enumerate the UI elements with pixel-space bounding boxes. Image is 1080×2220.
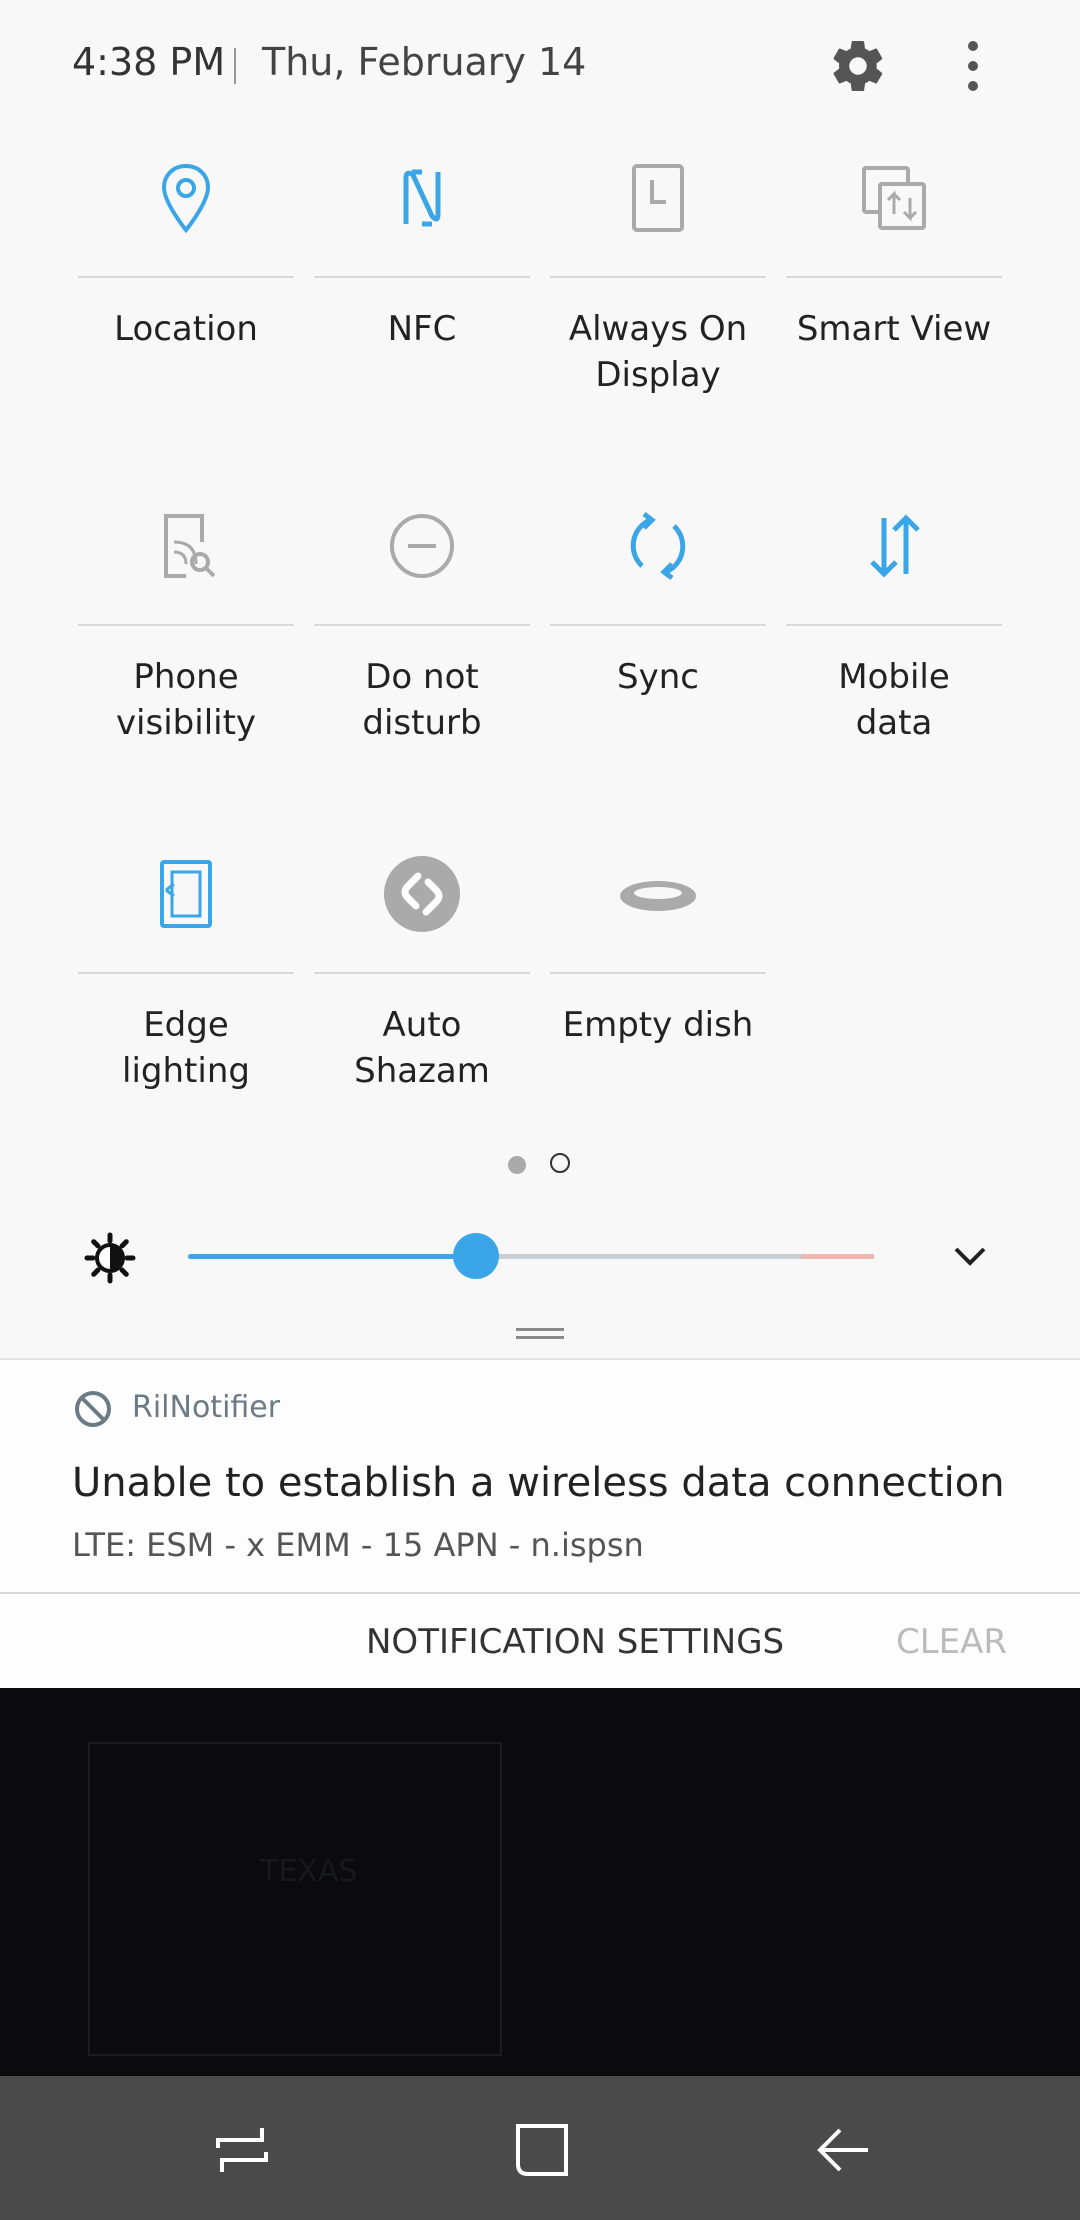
- blocked-icon: [74, 1390, 112, 1428]
- tile-label: NFC: [387, 309, 457, 349]
- notification-actions: NOTIFICATION SETTINGS CLEAR: [0, 1592, 1080, 1690]
- more-options-icon[interactable]: [948, 36, 998, 96]
- tile-label: Edge lighting: [122, 1005, 250, 1091]
- phone-visibility-icon: [146, 506, 226, 586]
- mobile-data-icon: [854, 506, 934, 586]
- tile-label: Sync: [617, 657, 699, 697]
- chevron-down-icon[interactable]: [950, 1236, 990, 1276]
- notification-card[interactable]: RilNotifier Unable to establish a wirele…: [0, 1358, 1080, 1594]
- tile-divider: [314, 276, 530, 278]
- always-on-display-icon: [618, 158, 698, 238]
- nfc-icon: [382, 158, 462, 238]
- back-icon[interactable]: [814, 2120, 874, 2180]
- slider-thumb[interactable]: [453, 1233, 500, 1279]
- do-not-disturb-icon: [382, 506, 462, 586]
- tile-divider: [314, 624, 530, 626]
- slider-high-range: [802, 1254, 874, 1259]
- quick-settings-panel: 4:38 PM Thu, February 14 Location NFC Al…: [0, 0, 1080, 1360]
- notification-settings-button[interactable]: NOTIFICATION SETTINGS: [366, 1622, 784, 1662]
- clock: 4:38 PM: [72, 40, 226, 84]
- tile-divider: [550, 972, 766, 974]
- status-divider: [234, 48, 236, 84]
- page-indicator: [500, 1150, 580, 1180]
- home-icon[interactable]: [512, 2120, 572, 2180]
- tile-divider: [78, 972, 294, 974]
- background-app-content: TEXAS: [0, 1688, 1080, 2076]
- date: Thu, February 14: [262, 40, 587, 84]
- brightness-slider[interactable]: [188, 1233, 874, 1279]
- tile-label: Do not disturb: [362, 657, 482, 743]
- empty-dish-icon: [618, 854, 698, 934]
- tile-label: Mobile data: [838, 657, 950, 743]
- tile-label: Always On Display: [568, 309, 748, 395]
- tile-label: Empty dish: [562, 1005, 754, 1045]
- tile-label: Smart View: [796, 309, 992, 349]
- tile-divider: [78, 276, 294, 278]
- slider-fill: [188, 1254, 477, 1259]
- tile-label: Location: [114, 309, 258, 349]
- settings-gear-icon[interactable]: [828, 36, 888, 96]
- sync-icon: [618, 506, 698, 586]
- smart-view-icon: [854, 158, 934, 238]
- tile-divider: [786, 276, 1002, 278]
- navigation-bar: [0, 2076, 1080, 2220]
- tile-divider: [550, 624, 766, 626]
- edge-lighting-icon: [146, 854, 226, 934]
- notification-text: LTE: ESM - x EMM - 15 APN - n.ispsn: [72, 1526, 644, 1564]
- shazam-icon: [382, 854, 462, 934]
- drag-handle[interactable]: [516, 1328, 564, 1340]
- page-dot-inactive[interactable]: [550, 1153, 570, 1173]
- tile-divider: [314, 972, 530, 974]
- location-icon: [146, 158, 226, 238]
- tile-label: Phone visibility: [115, 657, 257, 743]
- clear-button[interactable]: CLEAR: [896, 1622, 1007, 1662]
- tile-divider: [78, 624, 294, 626]
- tile-divider: [550, 276, 766, 278]
- tile-label: Auto Shazam: [354, 1005, 490, 1091]
- tile-divider: [786, 624, 1002, 626]
- notification-title: Unable to establish a wireless data conn…: [72, 1460, 1005, 1506]
- brightness-icon[interactable]: [84, 1232, 136, 1284]
- background-caption: TEXAS: [260, 1854, 358, 1889]
- notification-app-name: RilNotifier: [132, 1390, 281, 1425]
- page-dot-active[interactable]: [508, 1156, 526, 1174]
- recent-apps-icon[interactable]: [212, 2120, 272, 2180]
- background-frame: TEXAS: [88, 1742, 502, 2056]
